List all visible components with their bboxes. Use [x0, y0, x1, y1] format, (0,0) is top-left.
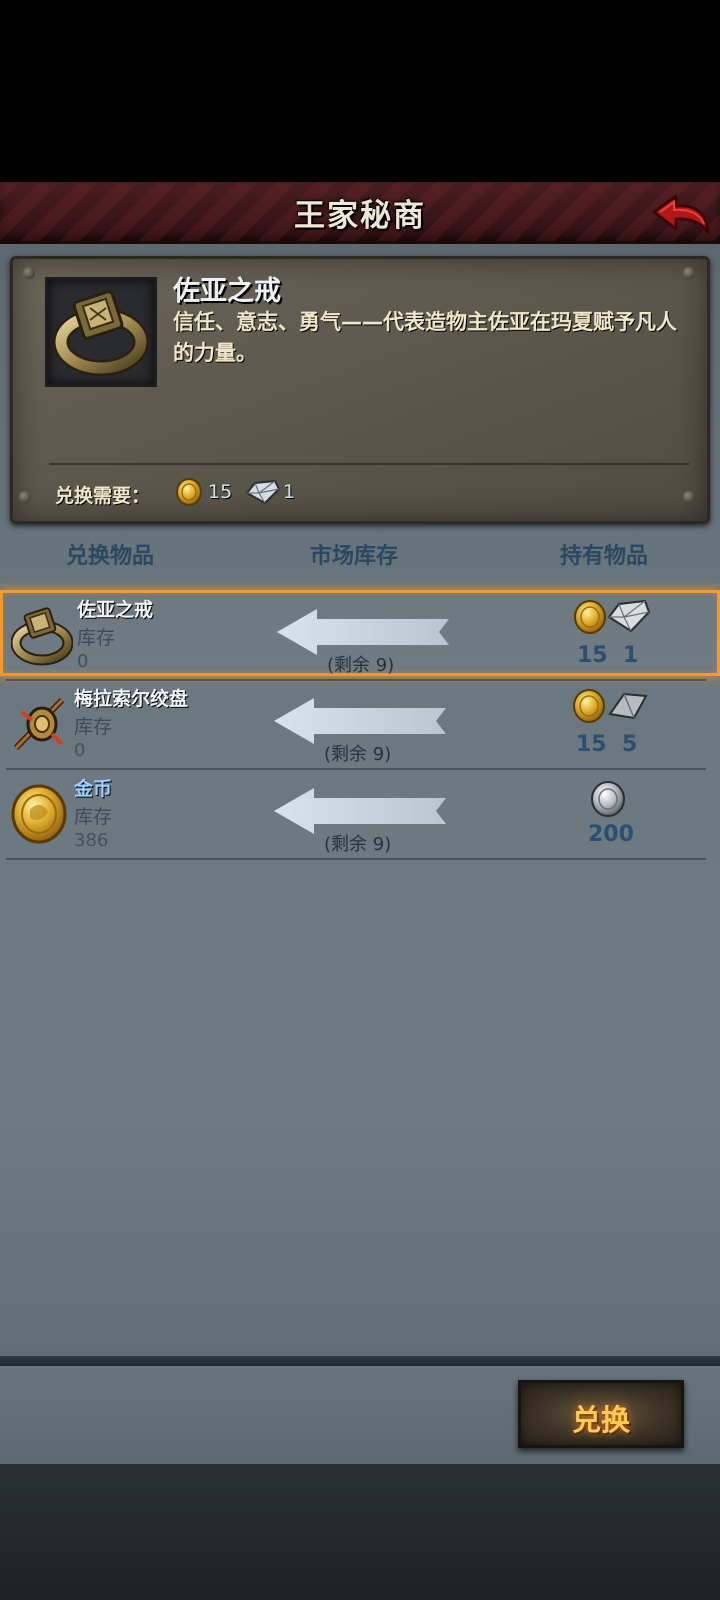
row-stock-value: 0: [74, 740, 86, 761]
row-cost-silver: 200: [588, 822, 634, 847]
gold-coin-icon: [574, 600, 606, 634]
page-title: 王家秘商: [294, 198, 426, 234]
diamond-icon: [245, 479, 281, 505]
app-root: 王家秘商 佐亚之戒 信任、意志、勇气——代表造物主佐亚在玛夏赋予凡人的力量。 兑…: [0, 0, 720, 1600]
row-cost-iron: 5: [622, 732, 638, 757]
gold-coin-icon: [573, 689, 605, 723]
row-item-name: 梅拉索尔绞盘: [74, 688, 189, 710]
row-divider: [6, 679, 706, 681]
winch-icon: [13, 697, 65, 751]
rivet-icon: [683, 491, 695, 503]
column-header-held-items: 持有物品: [560, 544, 649, 569]
back-arrow-icon: [652, 194, 710, 234]
detail-item-description: 信任、意志、勇气——代表造物主佐亚在玛夏赋予凡人的力量。: [173, 310, 677, 365]
exchange-button[interactable]: 兑换: [518, 1380, 684, 1448]
exchange-button-label: 兑换: [571, 1403, 630, 1437]
detail-item-name: 佐亚之戒: [173, 276, 281, 307]
exchange-arrow-icon: [274, 788, 446, 834]
row-divider: [6, 768, 706, 770]
rivet-icon: [683, 267, 695, 279]
diamond-icon: [607, 599, 651, 633]
requirement-gold-value: 15: [208, 481, 233, 503]
row-cost-gold: 15: [576, 732, 607, 757]
row-stock-value: 386: [74, 830, 109, 851]
row-remaining: (剩余 9): [324, 744, 392, 765]
back-button[interactable]: [650, 192, 712, 238]
row-remaining: (剩余 9): [324, 834, 392, 855]
row-cost-diamond: 1: [623, 643, 639, 668]
rivet-icon: [23, 267, 35, 279]
row-divider: [6, 858, 706, 860]
detail-item-frame: [45, 277, 157, 387]
rivet-icon: [19, 491, 31, 503]
bottom-background: [0, 1464, 720, 1600]
title-bar: 王家秘商: [0, 182, 720, 244]
row-cost-gold: 15: [577, 643, 608, 668]
iron-bar-icon: [608, 692, 648, 720]
row-stock-label: 库存: [77, 627, 116, 649]
requirement-diamond-value: 1: [283, 481, 296, 503]
column-header-exchange-item: 兑换物品: [66, 544, 155, 569]
divider: [49, 463, 689, 465]
exchange-row-winch[interactable]: 梅拉索尔绞盘 库存 0 (剩余 9) 15 5: [0, 682, 720, 768]
row-stock-label: 库存: [74, 806, 113, 828]
exchange-arrow-icon: [274, 698, 446, 744]
column-header-market-stock: 市场库存: [310, 544, 399, 569]
item-detail-card: 佐亚之戒 信任、意志、勇气——代表造物主佐亚在玛夏赋予凡人的力量。 兑换需要： …: [10, 256, 710, 524]
exchange-row-gold-coin[interactable]: 金币 库存 386 (剩余 9) 200: [0, 772, 720, 858]
gold-coin-icon: [176, 478, 202, 506]
gold-coin-icon: [11, 784, 67, 844]
footer-divider: [0, 1356, 720, 1366]
silver-coin-icon: [591, 781, 625, 817]
row-stock-value: 0: [77, 651, 89, 672]
row-remaining: (剩余 9): [327, 655, 395, 676]
row-item-name: 金币: [74, 778, 113, 800]
requirement-label: 兑换需要：: [55, 485, 151, 507]
row-stock-label: 库存: [74, 716, 113, 738]
exchange-row-zoya-ring[interactable]: 佐亚之戒 库存 0 (剩余 9) 15 1: [0, 590, 720, 676]
ring-icon: [53, 290, 149, 376]
row-item-name: 佐亚之戒: [77, 599, 154, 621]
ring-icon: [11, 607, 73, 666]
exchange-arrow-icon: [277, 609, 449, 655]
